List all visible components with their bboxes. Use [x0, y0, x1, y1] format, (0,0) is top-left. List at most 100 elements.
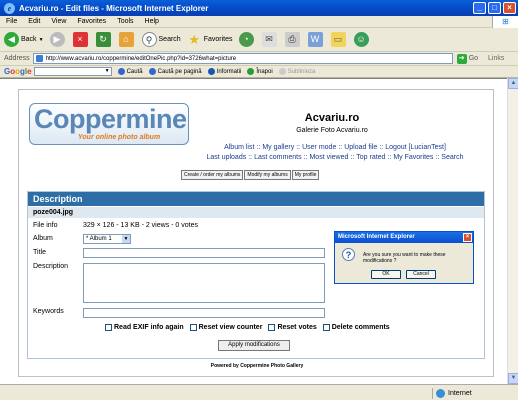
google-search-button[interactable]: Caută: [117, 68, 143, 75]
address-label: Address: [4, 55, 30, 62]
dialog-cancel-button[interactable]: Cancel: [406, 270, 436, 279]
google-info-label: Informatii: [216, 68, 242, 75]
reset-votes-checkbox[interactable]: [268, 324, 276, 331]
messenger-button[interactable]: ☺: [353, 32, 371, 47]
logo-text: Coppermine: [34, 104, 187, 134]
file-info-value: 329 × 126 - 13 KB - 2 views - 0 votes: [83, 222, 198, 229]
zone-indicator: Internet: [436, 389, 472, 398]
discuss-button[interactable]: ▭: [330, 32, 348, 47]
history-button[interactable]: ◔: [238, 32, 256, 47]
delete-comments-checkbox[interactable]: [322, 324, 330, 331]
read-exif-label: Read EXIF info again: [114, 324, 184, 331]
nav-last-uploads[interactable]: Last uploads: [207, 154, 247, 161]
site-description: Galerie Foto Acvariu.ro: [296, 127, 368, 134]
folder-icon: ▭: [330, 32, 346, 47]
nav-most-viewed[interactable]: Most viewed: [309, 154, 348, 161]
create-order-albums-button[interactable]: Create / order my albums: [181, 170, 244, 180]
menu-tools[interactable]: Tools: [117, 18, 133, 25]
google-icon: [148, 68, 156, 75]
nav-separator: ::: [256, 144, 261, 151]
menu-edit[interactable]: Edit: [28, 18, 40, 25]
links-button[interactable]: Links: [488, 55, 504, 62]
mail-icon: ✉: [261, 32, 277, 47]
nav-my-favorites[interactable]: My Favorites: [393, 154, 433, 161]
google-search-page-button[interactable]: Caută pe pagină: [148, 68, 202, 75]
menu-view[interactable]: View: [51, 18, 66, 25]
mail-button[interactable]: ✉: [261, 32, 279, 47]
back-label: Back: [21, 36, 37, 43]
chevron-down-icon[interactable]: ▼: [104, 68, 111, 75]
title-label: Title: [33, 249, 46, 256]
menu-file[interactable]: File: [6, 18, 17, 25]
address-bar: Address http://www.acvariu.ro/coppermine…: [0, 52, 518, 66]
dialog-ok-button[interactable]: OK: [371, 270, 401, 279]
nav-user-mode[interactable]: User mode: [302, 144, 336, 151]
reset-view-checkbox[interactable]: [189, 324, 197, 331]
dialog-titlebar[interactable]: Microsoft Internet Explorer ×: [335, 232, 473, 243]
nav-separator: ::: [387, 154, 392, 161]
info-icon: [207, 68, 215, 75]
refresh-button[interactable]: ↻: [95, 32, 113, 47]
status-bar: Internet: [0, 384, 518, 400]
close-icon[interactable]: ×: [503, 2, 516, 14]
dialog-close-icon[interactable]: ×: [463, 233, 472, 242]
modify-albums-button[interactable]: Modify my albums: [244, 170, 291, 180]
menu-favorites[interactable]: Favorites: [77, 18, 106, 25]
google-highlight-button[interactable]: Sublinieza: [278, 68, 315, 75]
nav-search[interactable]: Search: [441, 154, 463, 161]
nav-upload-file[interactable]: Upload file: [344, 144, 377, 151]
back-button[interactable]: ◀ Back ▼: [4, 32, 44, 47]
back-arrow-icon: [247, 68, 255, 75]
google-logo[interactable]: Google: [4, 67, 32, 76]
google-info-button[interactable]: Informatii: [207, 68, 242, 75]
title-input[interactable]: [83, 248, 325, 258]
nav-top-rated[interactable]: Top rated: [356, 154, 385, 161]
maximize-icon[interactable]: □: [488, 2, 501, 14]
address-input[interactable]: http://www.acvariu.ro/coppermine/editOne…: [32, 53, 453, 64]
home-button[interactable]: ⌂: [118, 32, 136, 47]
form-header: Description: [28, 192, 484, 206]
scroll-down-icon[interactable]: ▼: [508, 373, 518, 384]
keywords-input[interactable]: [83, 308, 325, 318]
reset-votes-option[interactable]: Reset votes: [268, 324, 317, 331]
search-button[interactable]: ⚲ Search: [141, 32, 181, 47]
apply-modifications-button[interactable]: Apply modifications: [218, 340, 290, 351]
user-buttons: Create / order my albums Modify my album…: [181, 170, 320, 180]
address-url: http://www.acvariu.ro/coppermine/editOne…: [45, 56, 237, 62]
nav-my-gallery[interactable]: My gallery: [262, 144, 294, 151]
dialog-title: Microsoft Internet Explorer: [338, 234, 415, 240]
scroll-up-icon[interactable]: ▲: [508, 78, 518, 89]
nav-last-comments[interactable]: Last comments: [254, 154, 301, 161]
my-profile-button[interactable]: My profile: [291, 170, 320, 180]
forward-button[interactable]: ▶: [49, 32, 67, 47]
album-label: Album: [33, 235, 53, 242]
description-textarea[interactable]: [83, 263, 325, 303]
google-back-button[interactable]: Înapoi: [247, 68, 273, 75]
coppermine-logo[interactable]: Coppermine Your online photo album: [29, 103, 189, 145]
album-select[interactable]: * Album 1 ▼: [83, 234, 131, 244]
print-button[interactable]: ⎙: [284, 32, 302, 47]
google-search-input[interactable]: ▼: [33, 67, 112, 76]
nav-separator: ::: [303, 154, 308, 161]
edit-button[interactable]: W: [307, 32, 325, 47]
delete-comments-option[interactable]: Delete comments: [322, 324, 390, 331]
favorites-label: Favorites: [203, 36, 233, 43]
nav-row-secondary: Last uploads:: Last comments:: Most viewed…: [179, 154, 491, 161]
read-exif-checkbox[interactable]: [105, 324, 112, 331]
favorites-button[interactable]: ★ Favorites: [187, 32, 233, 47]
album-select-value: * Album 1: [86, 236, 112, 242]
go-arrow-icon: ➔: [456, 53, 467, 64]
vertical-scrollbar[interactable]: ▲ ▼: [507, 78, 518, 384]
minimize-icon[interactable]: _: [473, 2, 486, 14]
go-button[interactable]: ➔ Go: [456, 53, 478, 64]
options-checkboxes: Read EXIF info again Reset view counter …: [105, 324, 390, 331]
description-label: Description: [33, 263, 69, 270]
read-exif-option[interactable]: Read EXIF info again: [105, 324, 184, 331]
reset-view-option[interactable]: Reset view counter: [189, 324, 262, 331]
menu-help[interactable]: Help: [145, 18, 159, 25]
window-titlebar[interactable]: e Acvariu.ro - Edit files - Microsoft In…: [0, 0, 518, 16]
stop-button[interactable]: ×: [72, 32, 90, 47]
globe-icon: [436, 389, 445, 398]
nav-album-list[interactable]: Album list: [224, 144, 254, 151]
nav-logout[interactable]: Logout [LucianTest]: [385, 144, 446, 151]
